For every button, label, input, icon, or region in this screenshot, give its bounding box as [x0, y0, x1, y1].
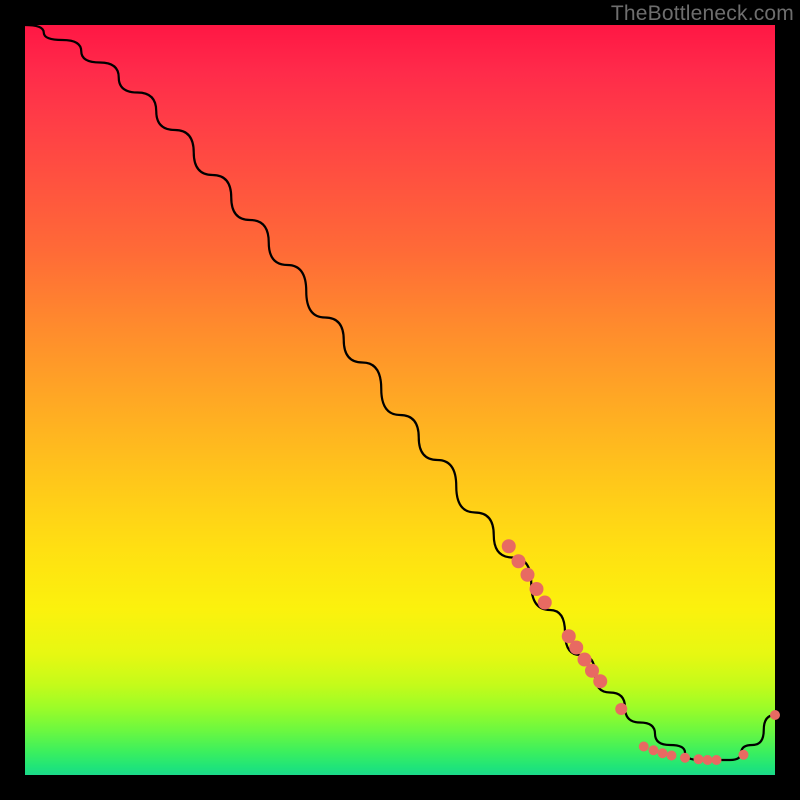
- marker-dot: [712, 755, 722, 765]
- marker-dot: [649, 745, 659, 755]
- marker-dot: [639, 742, 649, 752]
- watermark-text: TheBottleneck.com: [611, 2, 794, 26]
- marker-dot: [667, 751, 677, 761]
- marker-dot: [502, 539, 516, 553]
- marker-dot: [512, 554, 526, 568]
- marker-dot: [593, 674, 607, 688]
- marker-dot: [569, 641, 583, 655]
- bottleneck-curve: [25, 25, 775, 760]
- chart-svg: [25, 25, 775, 775]
- marker-dot: [615, 703, 627, 715]
- marker-dot: [680, 753, 690, 763]
- marker-dot: [538, 596, 552, 610]
- marker-dot: [739, 750, 749, 760]
- highlight-dots: [502, 539, 780, 765]
- plot-area: [25, 25, 775, 775]
- marker-dot: [694, 754, 704, 764]
- marker-dot: [530, 582, 544, 596]
- marker-dot: [770, 710, 780, 720]
- marker-dot: [658, 748, 668, 758]
- marker-dot: [521, 568, 535, 582]
- marker-dot: [703, 755, 713, 765]
- chart-frame: TheBottleneck.com: [0, 0, 800, 800]
